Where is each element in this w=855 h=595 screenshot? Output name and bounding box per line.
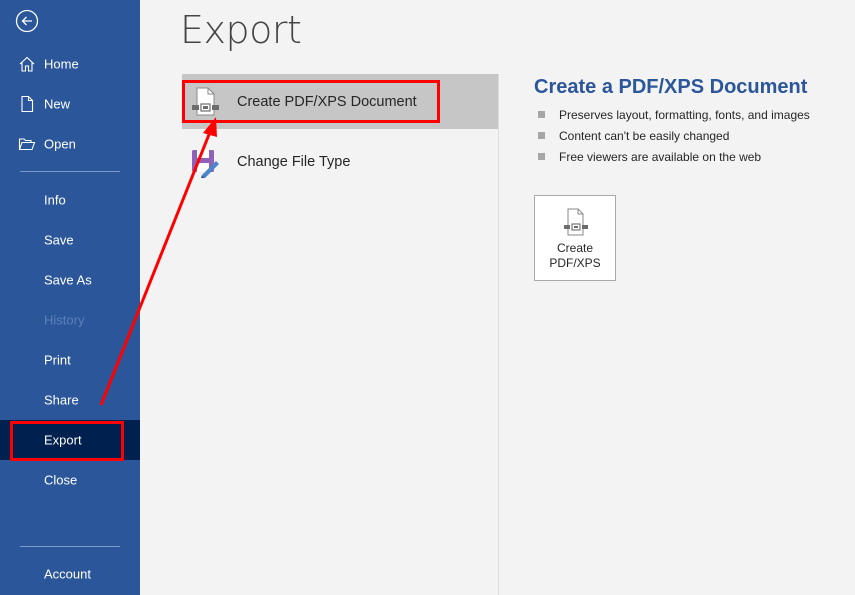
create-pdf-xps-button[interactable]: Create PDF/XPS bbox=[534, 195, 616, 281]
detail-title: Create a PDF/XPS Document bbox=[534, 76, 808, 98]
pdf-document-icon bbox=[192, 87, 219, 115]
sidebar-item-open[interactable]: Open bbox=[0, 124, 140, 164]
sidebar-item-history: History bbox=[0, 300, 140, 340]
open-folder-icon bbox=[18, 138, 36, 151]
sidebar-item-save[interactable]: Save bbox=[0, 220, 140, 260]
option-label: Create PDF/XPS Document bbox=[237, 93, 417, 110]
bullet-item: Content can't be easily changed bbox=[538, 128, 810, 149]
back-arrow-circle-icon bbox=[15, 9, 39, 33]
sidebar-item-close[interactable]: Close bbox=[0, 460, 140, 500]
back-button[interactable] bbox=[15, 9, 39, 33]
option-change-file-type[interactable]: Change File Type bbox=[182, 134, 498, 189]
home-icon bbox=[19, 56, 35, 72]
sidebar-item-home[interactable]: Home bbox=[0, 44, 140, 84]
sidebar-item-export[interactable]: Export bbox=[0, 420, 140, 460]
create-pdf-xps-button-label: Create PDF/XPS bbox=[535, 241, 615, 271]
export-options-list: Create PDF/XPS Document Change File Type bbox=[182, 74, 498, 595]
sidebar-item-label: Open bbox=[44, 136, 76, 152]
bullet-text: Content can't be easily changed bbox=[559, 129, 730, 143]
sidebar-item-info[interactable]: Info bbox=[0, 180, 140, 220]
bullet-square-icon bbox=[538, 132, 545, 139]
sidebar-divider bbox=[20, 546, 120, 547]
sidebar-item-label: Share bbox=[44, 392, 79, 408]
option-label: Change File Type bbox=[237, 153, 351, 170]
sidebar-item-new[interactable]: New bbox=[0, 84, 140, 124]
sidebar-item-label: Export bbox=[44, 432, 82, 448]
sidebar-item-label: History bbox=[44, 312, 85, 328]
pdf-document-icon bbox=[564, 208, 588, 236]
sidebar-item-label: Save As bbox=[44, 272, 92, 288]
panel-divider bbox=[498, 74, 499, 595]
sidebar-item-print[interactable]: Print bbox=[0, 340, 140, 380]
bullet-item: Preserves layout, formatting, fonts, and… bbox=[538, 107, 810, 128]
bullet-text: Free viewers are available on the web bbox=[559, 150, 762, 164]
bullet-item: Free viewers are available on the web bbox=[538, 149, 810, 170]
detail-bullet-list: Preserves layout, formatting, fonts, and… bbox=[538, 107, 810, 170]
sidebar-item-label: Save bbox=[44, 232, 74, 248]
sidebar-item-label: Info bbox=[44, 192, 66, 208]
sidebar-item-account[interactable]: Account bbox=[0, 554, 140, 594]
sidebar-item-label: Home bbox=[44, 56, 79, 72]
sidebar-item-label: Close bbox=[44, 472, 78, 488]
button-label-line: PDF/XPS bbox=[549, 256, 601, 270]
new-document-icon bbox=[21, 95, 34, 113]
change-file-type-icon bbox=[192, 149, 219, 178]
bullet-square-icon bbox=[538, 111, 545, 118]
option-create-pdf-xps[interactable]: Create PDF/XPS Document bbox=[182, 74, 498, 129]
sidebar-item-label: Account bbox=[44, 566, 91, 582]
button-label-line: Create bbox=[556, 241, 594, 255]
sidebar-item-share[interactable]: Share bbox=[0, 380, 140, 420]
sidebar-item-label: New bbox=[44, 96, 71, 112]
sidebar-item-save-as[interactable]: Save As bbox=[0, 260, 140, 300]
sidebar-divider bbox=[20, 171, 120, 172]
sidebar-item-label: Print bbox=[44, 352, 71, 368]
bullet-text: Preserves layout, formatting, fonts, and… bbox=[559, 108, 810, 122]
backstage-sidebar: Home New Open Info Save Save As History … bbox=[0, 0, 140, 595]
bullet-square-icon bbox=[538, 153, 545, 160]
page-title: Export bbox=[180, 8, 302, 52]
